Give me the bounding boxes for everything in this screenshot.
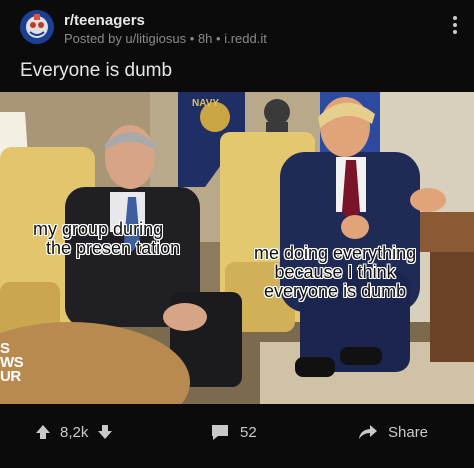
flag-text: NAVY (192, 98, 219, 109)
share-label: Share (388, 423, 429, 441)
post-action-bar: 8,2k 52 Share (0, 412, 474, 452)
post-age: 8h (197, 31, 213, 46)
caption-right-line: because I think (274, 262, 396, 282)
more-options-icon (453, 16, 457, 34)
meta-separator: • (189, 31, 195, 46)
post-meta: Posted by u/litigiosus • 8h • i.redd.it (64, 31, 267, 46)
caption-right-line: everyone is dumb (264, 281, 407, 301)
caption-left: my group during the presen tation (16, 220, 180, 258)
comment-count: 52 (240, 423, 257, 441)
post-domain[interactable]: i.redd.it (224, 31, 267, 46)
comments-button[interactable]: 52 (210, 412, 257, 452)
caption-left-line: the presen tation (46, 238, 181, 258)
meta-separator: • (216, 31, 221, 46)
caption-right: me doing everything because I think ever… (254, 244, 416, 301)
posted-by[interactable]: Posted by u/litigiosus (64, 31, 186, 46)
caption-left-line: my group during (33, 219, 164, 239)
news-watermark: S WS UR (0, 341, 24, 385)
downvote-icon[interactable] (96, 423, 114, 441)
share-button[interactable]: Share (358, 412, 428, 452)
vote-score: 8,2k (60, 423, 89, 441)
share-icon (359, 425, 377, 439)
post-title[interactable]: Everyone is dumb (20, 60, 172, 82)
subreddit-logo-icon (20, 10, 54, 44)
caption-right-line: me doing everything (254, 243, 417, 263)
upvote-icon[interactable] (34, 423, 52, 441)
comment-icon (212, 425, 228, 440)
subreddit-name[interactable]: r/teenagers (64, 12, 145, 29)
watermark-line: UR (0, 368, 21, 385)
subreddit-avatar[interactable] (20, 10, 54, 44)
vote-group: 8,2k (34, 412, 114, 452)
post-image[interactable]: NAVY my group during the presen tation m… (0, 92, 474, 404)
post-header: r/teenagers Posted by u/litigiosus • 8h … (0, 0, 474, 60)
more-options-button[interactable] (446, 14, 464, 36)
